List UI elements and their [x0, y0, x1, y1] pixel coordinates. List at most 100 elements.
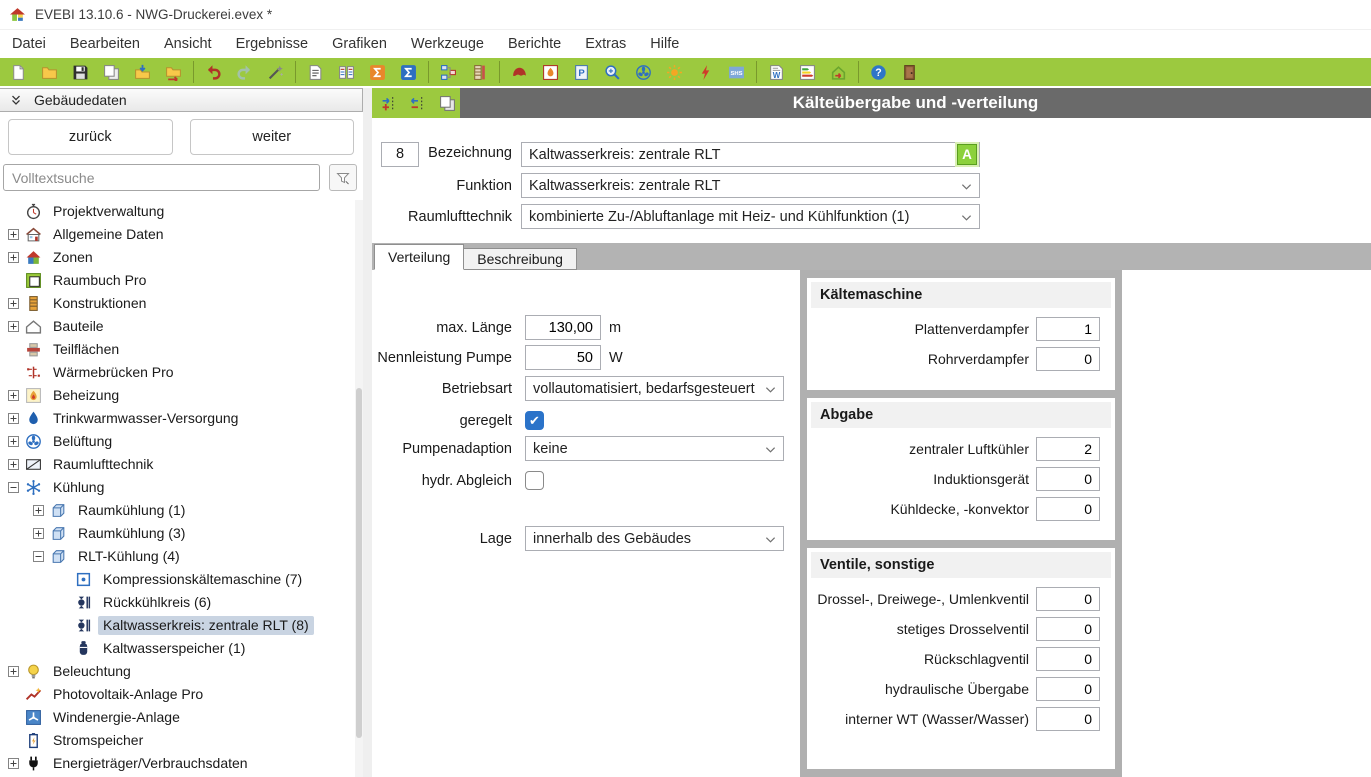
panel-count-input[interactable] [1036, 677, 1100, 701]
menu-werkzeuge[interactable]: Werkzeuge [399, 32, 496, 56]
shs-badge-button[interactable]: SHS [721, 60, 752, 84]
sun-shading-button[interactable] [659, 60, 690, 84]
max-laenge-input[interactable] [525, 315, 601, 340]
next-button[interactable]: weiter [190, 119, 355, 155]
nennleistung-input[interactable] [525, 345, 601, 370]
tree-item[interactable]: Kaltwasserspeicher (1) [0, 637, 363, 660]
tree-item[interactable]: Beheizung [0, 384, 363, 407]
record-number-field[interactable]: 8 [381, 142, 419, 167]
roof-button[interactable] [504, 60, 535, 84]
export-folder-button[interactable] [158, 60, 189, 84]
plan-p-button[interactable]: P [566, 60, 597, 84]
house-balance-button[interactable] [823, 60, 854, 84]
expander-plus-icon[interactable] [8, 321, 19, 332]
tree-item[interactable]: RLT-Kühlung (4) [0, 545, 363, 568]
hydr-abgleich-checkbox[interactable] [525, 471, 544, 490]
fire-protection-button[interactable] [535, 60, 566, 84]
tree-item[interactable]: Raumlufttechnik [0, 453, 363, 476]
expander-plus-icon[interactable] [8, 436, 19, 447]
panel-count-input[interactable] [1036, 617, 1100, 641]
menu-ansicht[interactable]: Ansicht [152, 32, 224, 56]
expander-plus-icon[interactable] [33, 505, 44, 516]
geregelt-checkbox[interactable]: ✔ [525, 411, 544, 430]
menu-grafiken[interactable]: Grafiken [320, 32, 399, 56]
flowchart-button[interactable] [433, 60, 464, 84]
tree-item[interactable]: Photovoltaik-Anlage Pro [0, 683, 363, 706]
expander-minus-icon[interactable] [8, 482, 19, 493]
scrollbar-thumb[interactable] [356, 388, 362, 738]
panel-count-input[interactable] [1036, 707, 1100, 731]
redo-button[interactable] [229, 60, 260, 84]
tree-item[interactable]: Beleuchtung [0, 660, 363, 683]
zoom-search-button[interactable] [597, 60, 628, 84]
copy-button[interactable] [96, 60, 127, 84]
panel-count-input[interactable] [1036, 497, 1100, 521]
tree-item[interactable]: Bauteile [0, 315, 363, 338]
tree-item[interactable]: Zonen [0, 246, 363, 269]
expander-minus-icon[interactable] [33, 551, 44, 562]
add-item-button[interactable] [378, 92, 400, 114]
panel-count-input[interactable] [1036, 437, 1100, 461]
tree-item[interactable]: Teilflächen [0, 338, 363, 361]
tree-item[interactable]: Raumkühlung (1) [0, 499, 363, 522]
ventilation-fan-button[interactable] [628, 60, 659, 84]
panel-count-input[interactable] [1036, 587, 1100, 611]
panel-count-input[interactable] [1036, 467, 1100, 491]
betriebsart-select[interactable]: vollautomatisiert, bedarfsgesteuert [525, 376, 784, 401]
expander-plus-icon[interactable] [8, 390, 19, 401]
pumpenadaption-select[interactable]: keine [525, 436, 784, 461]
compare-documents-button[interactable] [331, 60, 362, 84]
menu-ergebnisse[interactable]: Ergebnisse [224, 32, 321, 56]
expander-plus-icon[interactable] [8, 413, 19, 424]
tree-item[interactable]: Raumkühlung (3) [0, 522, 363, 545]
expander-plus-icon[interactable] [8, 229, 19, 240]
text-document-button[interactable] [300, 60, 331, 84]
tree-item[interactable]: Wärmebrücken Pro [0, 361, 363, 384]
tree-item[interactable]: Kaltwasserkreis: zentrale RLT (8) [0, 614, 363, 637]
tree-item[interactable]: Belüftung [0, 430, 363, 453]
tree-item[interactable]: Rückkühlkreis (6) [0, 591, 363, 614]
expander-plus-icon[interactable] [33, 528, 44, 539]
panel-count-input[interactable] [1036, 317, 1100, 341]
report-word-button[interactable]: W [761, 60, 792, 84]
tree-item[interactable]: Projektverwaltung [0, 200, 363, 223]
remove-item-button[interactable] [407, 92, 429, 114]
new-file-button[interactable] [3, 60, 34, 84]
tree-item[interactable]: Konstruktionen [0, 292, 363, 315]
panel-count-input[interactable] [1036, 347, 1100, 371]
expander-plus-icon[interactable] [8, 459, 19, 470]
menu-berichte[interactable]: Berichte [496, 32, 573, 56]
annotation-button[interactable]: A [957, 144, 977, 165]
undo-button[interactable] [198, 60, 229, 84]
filter-button[interactable] [329, 164, 357, 191]
expander-plus-icon[interactable] [8, 252, 19, 263]
tree-item[interactable]: Kühlung [0, 476, 363, 499]
tree-item[interactable]: Raumbuch Pro [0, 269, 363, 292]
electricity-button[interactable] [690, 60, 721, 84]
sum-blue-button[interactable] [393, 60, 424, 84]
expander-plus-icon[interactable] [8, 758, 19, 769]
help-button[interactable]: ? [863, 60, 894, 84]
save-button[interactable] [65, 60, 96, 84]
energy-label-button[interactable] [792, 60, 823, 84]
panel-count-input[interactable] [1036, 647, 1100, 671]
fulltext-search-input[interactable] [3, 164, 320, 191]
tree-item[interactable]: Energieträger/Verbrauchsdaten [0, 752, 363, 775]
tree-item[interactable]: Stromspeicher [0, 729, 363, 752]
open-folder-button[interactable] [34, 60, 65, 84]
wall-section-button[interactable] [464, 60, 495, 84]
sum-orange-button[interactable] [362, 60, 393, 84]
bezeichnung-input[interactable] [521, 142, 980, 167]
duplicate-button[interactable] [436, 92, 458, 114]
exit-button[interactable] [894, 60, 925, 84]
menu-datei[interactable]: Datei [0, 32, 58, 56]
lage-select[interactable]: innerhalb des Gebäudes [525, 526, 784, 551]
raumlufttechnik-select[interactable]: kombinierte Zu-/Abluftanlage mit Heiz- u… [521, 204, 980, 229]
collapse-panel-icon[interactable] [9, 93, 23, 107]
tree-item[interactable]: Kompressionskältemaschine (7) [0, 568, 363, 591]
magic-wand-button[interactable] [260, 60, 291, 84]
expander-plus-icon[interactable] [8, 666, 19, 677]
menu-extras[interactable]: Extras [573, 32, 638, 56]
back-button[interactable]: zurück [8, 119, 173, 155]
expander-plus-icon[interactable] [8, 298, 19, 309]
